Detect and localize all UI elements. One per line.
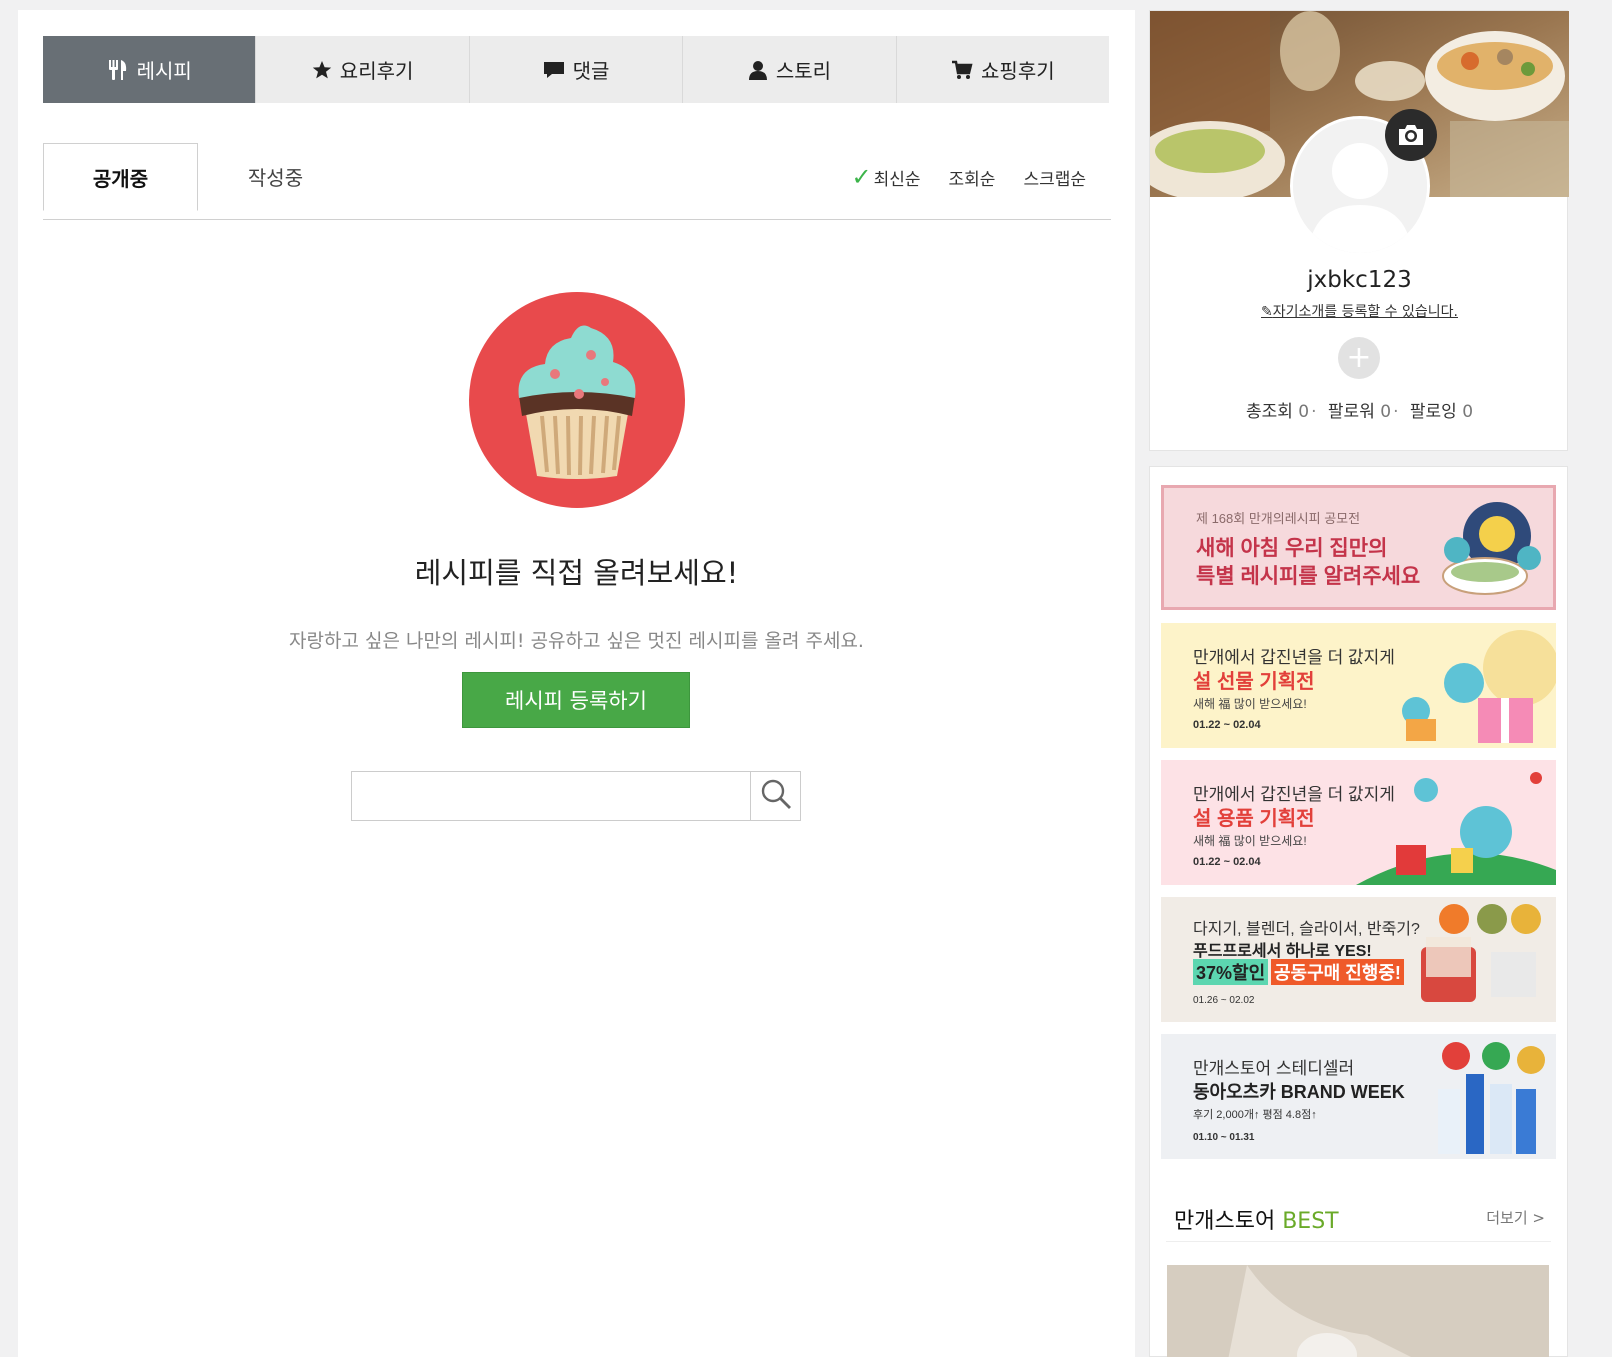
banner-line3: 후기 2,000개↑ 평점 4.8점↑: [1193, 1109, 1317, 1121]
empty-state-subtitle: 자랑하고 싶은 나만의 레시피! 공유하고 싶은 멋진 레시피를 올려 주세요.: [289, 630, 864, 652]
tab-shopping-review[interactable]: 쇼핑후기: [897, 36, 1109, 103]
banner-line2: 설 용품 기획전: [1193, 808, 1315, 830]
tab-label: 쇼핑후기: [981, 59, 1055, 83]
star-icon: [312, 60, 332, 80]
following-count: 0: [1462, 402, 1474, 422]
profile-card: jxbkc123 ✎자기소개를 등록할 수 있습니다. + 총조회 0 · 팔로워…: [1149, 10, 1569, 451]
search-input[interactable]: [352, 772, 750, 820]
tab-label: 댓글: [572, 59, 610, 83]
promo-banner-contest[interactable]: 제 168회 만개의레시피 공모전 새해 아침 우리 집만의 특별 레시피를 알…: [1161, 485, 1556, 610]
divider: [1166, 1241, 1551, 1242]
banner-line3: 새해 福 많이 받으세요!: [1193, 834, 1307, 848]
gift-illustration: [1402, 630, 1556, 743]
sort-scraps[interactable]: 스크랩순: [1023, 165, 1086, 190]
store-best-title: 만개스토어 BEST: [1174, 1203, 1339, 1235]
plus-icon: +: [1346, 340, 1372, 375]
followers-label[interactable]: 팔로워: [1328, 402, 1375, 422]
banner-date: 01.22 ~ 02.04: [1193, 719, 1261, 731]
blender-illustration: [1421, 904, 1541, 1002]
check-icon: ✓: [851, 163, 872, 191]
sort-views[interactable]: 조회순: [949, 165, 996, 190]
banner-line1: 다지기, 블렌더, 슬라이서, 반죽기?: [1193, 921, 1420, 938]
recipe-search-box: [351, 771, 801, 821]
dragon-illustration: [1356, 772, 1556, 885]
followers-count: 0: [1380, 402, 1392, 422]
banner-date: 01.26 ~ 02.02: [1193, 995, 1255, 1006]
add-button[interactable]: +: [1338, 337, 1380, 379]
sort-options: ✓ 최신순 조회순 스크랩순: [851, 163, 1086, 191]
utensils-icon: [107, 59, 129, 81]
sort-latest-label: 최신순: [873, 170, 921, 190]
store-best-highlight: BEST: [1282, 1209, 1339, 1234]
main-content: 레시피 요리후기 댓글 스토리 쇼핑후기 공개중 작성중 ✓ 최신순 조회순 스…: [18, 10, 1135, 1357]
banner-line3: 37%할인: [1193, 959, 1269, 985]
profile-stats: 총조회 0 · 팔로워 0 · 팔로잉 0: [1150, 397, 1569, 422]
search-icon: [760, 778, 792, 814]
comment-icon: [543, 60, 565, 80]
banner-line2: 새해 아침 우리 집만의: [1196, 537, 1388, 560]
search-button[interactable]: [750, 772, 800, 820]
drinks-illustration: [1438, 1042, 1545, 1154]
promo-banner-gift[interactable]: 만개에서 갑진년을 더 값지게 설 선물 기획전 새해 福 많이 받으세요! 0…: [1161, 623, 1556, 748]
tab-label: 스토리: [775, 59, 832, 83]
promo-banners: 제 168회 만개의레시피 공모전 새해 아침 우리 집만의 특별 레시피를 알…: [1149, 466, 1568, 1357]
promo-banner-food-processor[interactable]: 다지기, 블렌더, 슬라이서, 반죽기? 푸드프로세서 하나로 YES! 37%…: [1161, 897, 1556, 1022]
cart-icon: [951, 60, 973, 80]
banner-line4: 공동구매 진행중!: [1271, 959, 1404, 985]
views-count: 0: [1298, 402, 1310, 422]
store-best-prefix: 만개스토어: [1174, 1209, 1283, 1234]
banner-line3: 특별 레시피를 알려주세요: [1196, 565, 1421, 588]
edit-intro-link[interactable]: ✎자기소개를 등록할 수 있습니다.: [1150, 301, 1569, 321]
promo-banner-brand-week[interactable]: 만개스토어 스테디셀러 동아오츠카 BRAND WEEK 후기 2,000개↑ …: [1161, 1034, 1556, 1159]
separator-dot: ·: [1393, 402, 1399, 422]
more-link[interactable]: 더보기 >: [1486, 1207, 1545, 1228]
pencil-icon: ✎: [1261, 304, 1273, 320]
banner-line3: 새해 福 많이 받으세요!: [1193, 697, 1307, 711]
profile-tabs: 레시피 요리후기 댓글 스토리 쇼핑후기: [43, 36, 1109, 103]
tab-label: 요리후기: [339, 59, 414, 83]
sort-latest[interactable]: ✓ 최신순: [851, 163, 920, 191]
banner-line2: 설 선물 기획전: [1193, 671, 1315, 693]
recipe-status-tabs: 공개중 작성중 ✓ 최신순 조회순 스크랩순: [43, 143, 1111, 220]
user-icon: [748, 60, 768, 80]
views-label: 총조회: [1245, 402, 1293, 422]
separator-dot: ·: [1311, 402, 1317, 422]
bowl-illustration: [1442, 502, 1541, 595]
cupcake-icon: [467, 290, 687, 510]
tab-cooking-review[interactable]: 요리후기: [256, 36, 470, 103]
tab-comments[interactable]: 댓글: [470, 36, 684, 103]
banner-line1: 제 168회 만개의레시피 공모전: [1196, 511, 1361, 526]
tab-story[interactable]: 스토리: [683, 36, 897, 103]
banner-line2: 푸드프로세서 하나로 YES!: [1193, 943, 1372, 960]
following-label[interactable]: 팔로잉: [1410, 402, 1457, 422]
tab-label: 레시피: [136, 59, 192, 83]
banner-line2: 동아오츠카 BRAND WEEK: [1193, 1082, 1405, 1102]
empty-state-title: 레시피를 직접 올려보세요!: [414, 556, 739, 590]
edit-intro-label: 자기소개를 등록할 수 있습니다.: [1272, 304, 1458, 320]
profile-username: jxbkc123: [1307, 267, 1412, 293]
tab-recipe[interactable]: 레시피: [43, 36, 257, 103]
subtab-public[interactable]: 공개중: [43, 143, 198, 211]
promo-banner-goods[interactable]: 만개에서 갑진년을 더 값지게 설 용품 기획전 새해 福 많이 받으세요! 0…: [1161, 760, 1556, 885]
sidebar: jxbkc123 ✎자기소개를 등록할 수 있습니다. + 총조회 0 · 팔로워…: [1149, 10, 1569, 1357]
banner-line1: 만개스토어 스테디셀러: [1193, 1059, 1355, 1078]
banner-date: 01.10 ~ 01.31: [1193, 1132, 1255, 1143]
register-recipe-button[interactable]: 레시피 등록하기: [462, 672, 690, 728]
camera-icon[interactable]: [1385, 109, 1437, 161]
subtab-draft[interactable]: 작성중: [198, 143, 353, 210]
best-product-image[interactable]: [1167, 1265, 1549, 1357]
banner-date: 01.22 ~ 02.04: [1193, 856, 1261, 868]
